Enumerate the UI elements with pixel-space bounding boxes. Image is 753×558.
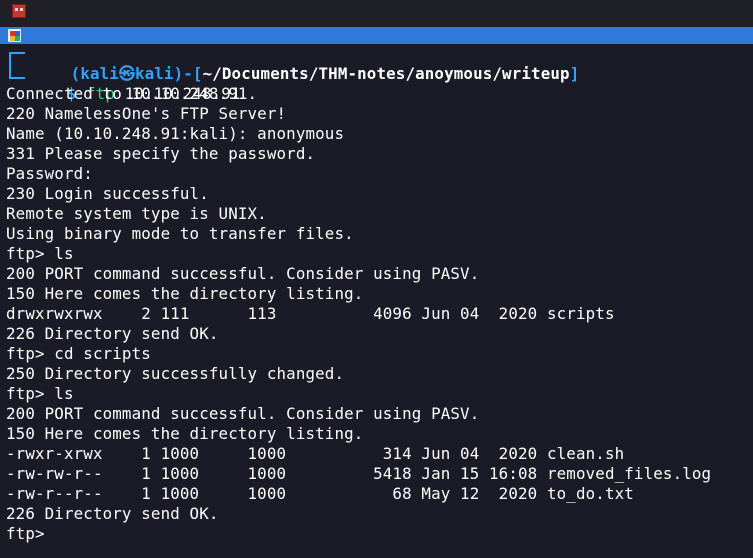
output-line: 200 PORT command successful. Consider us… <box>6 264 480 283</box>
terminal-output-area[interactable]: (kali㉿kali)-[~/Documents/THM-notes/anoym… <box>0 44 753 558</box>
window-title-bar <box>0 0 753 27</box>
prompt-command-line: $ ftp 10.10.248.91 <box>28 64 241 103</box>
output-line: Name (10.10.248.91:kali): anonymous <box>6 124 345 143</box>
terminal-tab-icon[interactable] <box>8 29 21 42</box>
output-line: 230 Login successful. <box>6 184 209 203</box>
prompt-header-line: (kali㉿kali)-[~/Documents/THM-notes/anoym… <box>32 44 580 83</box>
kali-terminal-icon[interactable] <box>12 4 26 18</box>
output-line: Connected to 10.10.248.91. <box>6 84 258 103</box>
output-line: 226 Directory send OK. <box>6 504 219 523</box>
ftp-command-line: ftp> cd scripts <box>6 344 151 363</box>
output-line: 150 Here comes the directory listing. <box>6 424 364 443</box>
prompt-close-bracket: ] <box>569 64 580 83</box>
directory-listing-row: -rw-r--r-- 1 1000 1000 68 May 12 2020 to… <box>6 484 634 503</box>
terminal-tab-strip[interactable] <box>0 27 753 44</box>
output-line: Using binary mode to transfer files. <box>6 224 354 243</box>
output-line: 150 Here comes the directory listing. <box>6 284 364 303</box>
output-line: 226 Directory send OK. <box>6 324 219 343</box>
output-line: 200 PORT command successful. Consider us… <box>6 404 480 423</box>
ftp-command-line: ftp> ls <box>6 384 74 403</box>
directory-listing-row: -rwxr-xrwx 1 1000 1000 314 Jun 04 2020 c… <box>6 444 625 463</box>
directory-listing-row: drwxrwxrwx 2 111 113 4096 Jun 04 2020 sc… <box>6 304 615 323</box>
output-line: 220 NamelessOne's FTP Server! <box>6 104 287 123</box>
prompt-corner-decoration <box>9 52 25 79</box>
output-line: Remote system type is UNIX. <box>6 204 267 223</box>
output-line: 250 Directory successfully changed. <box>6 364 345 383</box>
ftp-command-line: ftp> ls <box>6 244 74 263</box>
directory-listing-row: -rw-rw-r-- 1 1000 1000 5418 Jan 15 16:08… <box>6 464 712 483</box>
output-line: Password: <box>6 164 93 183</box>
prompt-path: ~/Documents/THM-notes/anoymous/writeup <box>202 64 570 83</box>
output-line: 331 Please specify the password. <box>6 144 316 163</box>
ftp-input-prompt[interactable]: ftp> <box>6 524 54 544</box>
